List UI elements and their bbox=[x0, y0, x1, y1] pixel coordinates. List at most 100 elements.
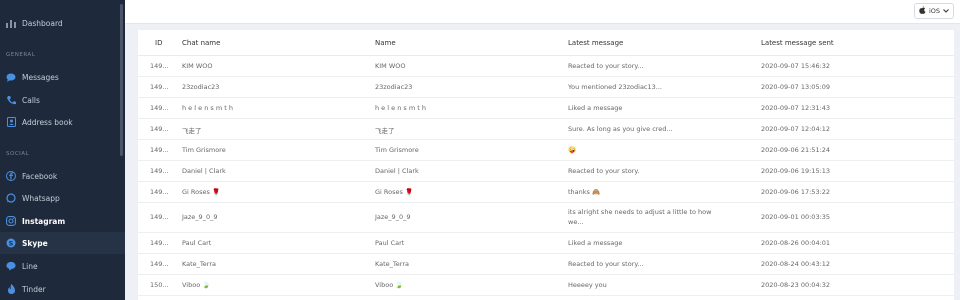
cell-latest-message: Reacted to your story. bbox=[568, 167, 640, 175]
cell-name: KIM WOO bbox=[375, 62, 406, 70]
cell-chat-name: Tim Grismore bbox=[182, 146, 226, 154]
flame-icon bbox=[6, 284, 16, 294]
sidebar-item-address-book[interactable]: Address book bbox=[0, 111, 125, 133]
cell-chat-name: Viboo 🍃 bbox=[182, 281, 211, 289]
cell-chat-name: h e l e n s m t h bbox=[182, 104, 233, 112]
cell-latest-message: Heeeey you bbox=[568, 281, 607, 289]
sidebar-item-label: Dashboard bbox=[22, 18, 63, 28]
address-book-icon bbox=[6, 117, 16, 127]
cell-name: Viboo 🍃 bbox=[375, 281, 404, 289]
cell-latest-message: its alright she needs to adjust a little… bbox=[568, 208, 712, 226]
cell-latest-message-sent: 2020-08-24 00:43:12 bbox=[761, 260, 831, 268]
cell-latest-message-sent: 2020-09-06 19:15:13 bbox=[761, 167, 831, 175]
skype-icon: S bbox=[6, 238, 16, 248]
cell-name: 23zodiac23 bbox=[375, 83, 413, 91]
cell-chat-name: Kate_Terra bbox=[182, 260, 217, 268]
cell-latest-message-sent: 2020-09-06 17:53:22 bbox=[761, 188, 831, 196]
cell-latest-message-sent: 2020-08-26 00:04:01 bbox=[761, 239, 831, 247]
instagram-icon bbox=[6, 216, 16, 226]
chat-bubble-icon bbox=[6, 72, 16, 82]
cell-chat-name: Daniel | Clark bbox=[182, 167, 226, 175]
table-row[interactable]: 149... Jaze_9_0_9 Jaze_9_0_9 its alright sh… bbox=[138, 203, 954, 233]
column-header-latest-message[interactable]: Latest message bbox=[568, 39, 623, 47]
sidebar-item-skype[interactable]: S Skype bbox=[0, 232, 125, 254]
table-row[interactable]: 149... h e l e n s m t h h e l e n s m t h… bbox=[138, 98, 954, 119]
cell-id: 150... bbox=[150, 281, 169, 289]
sidebar-item-tinder[interactable]: Tinder bbox=[0, 278, 125, 300]
cell-latest-message-sent: 2020-09-01 00:03:35 bbox=[761, 213, 831, 221]
chevron-down-icon bbox=[943, 7, 949, 15]
table-row[interactable]: 149... Paul Cart Paul Cart Liked a message 2… bbox=[138, 233, 954, 254]
sidebar-item-dashboard[interactable]: Dashboard bbox=[0, 12, 125, 34]
apple-icon bbox=[919, 6, 926, 16]
cell-latest-message: Sure. As long as you give cred... bbox=[568, 125, 673, 133]
cell-latest-message-sent: 2020-09-07 13:05:09 bbox=[761, 83, 831, 91]
cell-name: Tim Grismore bbox=[375, 146, 419, 154]
sidebar-item-facebook[interactable]: Facebook bbox=[0, 165, 125, 187]
sidebar-item-label: Calls bbox=[22, 95, 40, 105]
cell-id: 149... bbox=[150, 239, 169, 247]
cell-latest-message: Reacted to your story... bbox=[568, 260, 644, 268]
sidebar-item-label: Line bbox=[22, 261, 38, 271]
table-row[interactable]: 149... 飞走了 飞走了 Sure. As long as you give cr… bbox=[138, 119, 954, 140]
sidebar-section-social: SOCIAL bbox=[6, 151, 30, 157]
sidebar-item-line[interactable]: Line bbox=[0, 255, 125, 277]
cell-id: 149... bbox=[150, 125, 169, 133]
cell-name: Kate_Terra bbox=[375, 260, 410, 268]
cell-name: Jaze_9_0_9 bbox=[375, 213, 411, 221]
cell-id: 149... bbox=[150, 62, 169, 70]
cell-id: 149... bbox=[150, 167, 169, 175]
table-row[interactable]: 150... Viboo 🍃 Viboo 🍃 Heeeey you 2020-08-23… bbox=[138, 275, 954, 296]
sidebar-item-calls[interactable]: Calls bbox=[0, 89, 125, 111]
cell-latest-message: Liked a message bbox=[568, 104, 623, 112]
cell-latest-message-sent: 2020-08-23 00:04:32 bbox=[761, 281, 831, 289]
column-header-name[interactable]: Name bbox=[375, 39, 396, 47]
whatsapp-icon bbox=[6, 193, 16, 203]
cell-latest-message-sent: 2020-09-07 12:04:12 bbox=[761, 125, 831, 133]
cell-id: 149... bbox=[150, 260, 169, 268]
table-row[interactable]: 149... Gi Roses 🌹 Gi Roses 🌹 thanks 🙈 2020-0… bbox=[138, 182, 954, 203]
sidebar-item-messages[interactable]: Messages bbox=[0, 66, 125, 88]
sidebar-item-label: Tinder bbox=[22, 284, 46, 294]
os-select-dropdown[interactable]: iOS bbox=[914, 3, 954, 19]
table-header: ID Chat name Name Latest message Latest … bbox=[138, 30, 954, 56]
cell-chat-name: 23zodiac23 bbox=[182, 83, 220, 91]
column-header-chat-name[interactable]: Chat name bbox=[182, 39, 220, 47]
cell-latest-message-sent: 2020-09-07 15:46:32 bbox=[761, 62, 831, 70]
sidebar-item-whatsapp[interactable]: Whatsapp bbox=[0, 187, 125, 209]
cell-chat-name: KIM WOO bbox=[182, 62, 213, 70]
column-header-latest-message-sent[interactable]: Latest message sent bbox=[761, 39, 834, 47]
sidebar-item-label: Instagram bbox=[22, 216, 66, 226]
cell-name: Daniel | Clark bbox=[375, 167, 419, 175]
sidebar-item-label: Messages bbox=[22, 72, 59, 82]
column-header-id[interactable]: ID bbox=[155, 39, 162, 47]
table-row[interactable]: 149... KIM WOO KIM WOO Reacted to your stor… bbox=[138, 56, 954, 77]
cell-latest-message-sent: 2020-09-07 12:31:43 bbox=[761, 104, 831, 112]
chats-table-card: ID Chat name Name Latest message Latest … bbox=[138, 30, 954, 300]
cell-id: 149... bbox=[150, 83, 169, 91]
cell-id: 149... bbox=[150, 213, 169, 221]
cell-name: 飞走了 bbox=[375, 127, 395, 135]
table-row[interactable]: 149... Tim Grismore Tim Grismore 🤪 2020-09-0… bbox=[138, 140, 954, 161]
cell-name: Gi Roses 🌹 bbox=[375, 188, 414, 196]
sidebar-section-general: GENERAL bbox=[6, 52, 36, 58]
table-row[interactable]: 149... Daniel | Clark Daniel | Clark Reacte… bbox=[138, 161, 954, 182]
cell-latest-message: 🤪 bbox=[568, 146, 577, 154]
cell-id: 149... bbox=[150, 146, 169, 154]
cell-chat-name: 飞走了 bbox=[182, 127, 202, 135]
cell-name: h e l e n s m t h bbox=[375, 104, 426, 112]
sidebar-item-label: Facebook bbox=[22, 171, 58, 181]
table-row[interactable]: 149... 23zodiac23 23zodiac23 You mentioned … bbox=[138, 77, 954, 98]
cell-id: 149... bbox=[150, 188, 169, 196]
bar-chart-icon bbox=[6, 18, 16, 28]
cell-id: 149... bbox=[150, 104, 169, 112]
cell-chat-name: Jaze_9_0_9 bbox=[182, 213, 218, 221]
phone-icon bbox=[6, 95, 16, 105]
table-row[interactable]: 149... Kate_Terra Kate_Terra Reacted to you… bbox=[138, 254, 954, 275]
sidebar-item-label: Address book bbox=[22, 117, 73, 127]
line-icon bbox=[6, 261, 16, 271]
sidebar-item-label: Skype bbox=[22, 238, 48, 248]
sidebar: Dashboard GENERAL Messages Calls Address… bbox=[0, 0, 125, 300]
sidebar-item-instagram[interactable]: Instagram bbox=[0, 210, 125, 232]
top-bar: iOS bbox=[125, 0, 960, 24]
